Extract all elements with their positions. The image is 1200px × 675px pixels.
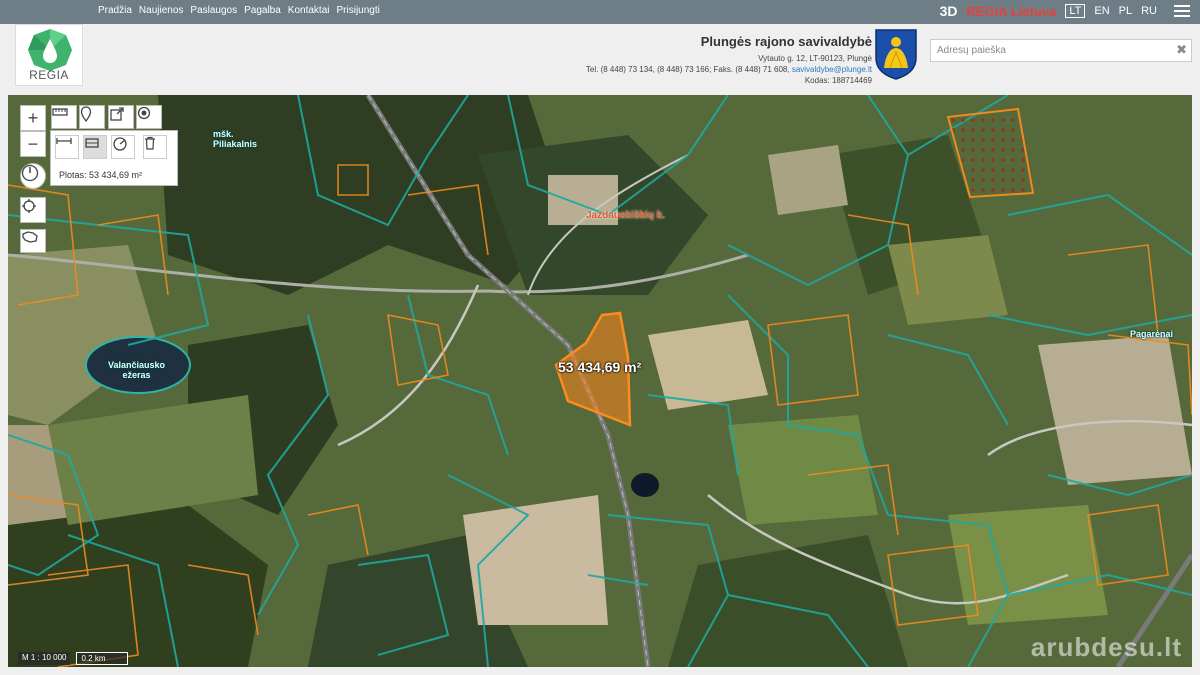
scale-ratio: M 1 : 10 000: [18, 652, 71, 665]
nav-contacts[interactable]: Kontaktai: [288, 5, 330, 16]
village-label: Jazdauskiškių k.: [586, 210, 665, 221]
lang-pl[interactable]: PL: [1119, 5, 1132, 17]
target-icon: [137, 106, 151, 120]
scale-bar: 0.2 km: [76, 652, 129, 665]
lithuania-map-icon: [22, 231, 38, 243]
coat-of-arms-icon: [875, 29, 917, 80]
nav-help[interactable]: Pagalba: [244, 5, 281, 16]
satellite-map[interactable]: [8, 95, 1192, 667]
municipality-code: Kodas: 188714469: [804, 76, 872, 85]
lang-ru[interactable]: RU: [1141, 5, 1157, 17]
municipality-info: Plungės rajono savivaldybė Vytauto g. 12…: [586, 34, 872, 86]
trash-icon: [145, 136, 155, 150]
map-view[interactable]: 53 434,69 m² Valančiausko ežeras Jazdausk…: [8, 95, 1192, 667]
delete-measure-button[interactable]: [143, 135, 167, 159]
export-button[interactable]: [108, 105, 134, 129]
marker-button[interactable]: [79, 105, 105, 129]
area-result-text: Plotas: 53 434,69 m²: [59, 170, 143, 180]
main-nav: Pradžia Naujienos Paslaugos Pagalba Kont…: [98, 5, 380, 16]
area-measurement-label: 53 434,69 m²: [558, 359, 642, 375]
compass-button[interactable]: [20, 163, 46, 189]
municipality-phones: Tel. (8 448) 73 134, (8 448) 73 166; Fak…: [585, 65, 790, 74]
regia-lietuva-link[interactable]: REGIA Lietuva: [967, 4, 1057, 19]
map-pin-icon: [80, 106, 92, 122]
address-search: ✖: [930, 39, 1192, 62]
area-icon: [85, 138, 99, 148]
menu-icon[interactable]: [1174, 5, 1190, 17]
address-search-input[interactable]: [931, 40, 1161, 61]
share-icon: [110, 107, 124, 121]
distance-icon: [56, 138, 72, 144]
zoom-out-button[interactable]: −: [20, 131, 46, 157]
lang-en[interactable]: EN: [1094, 5, 1109, 17]
zoom-in-button[interactable]: +: [20, 105, 46, 131]
municipality-address: Vytauto g. 12, LT-90123, Plungė: [758, 54, 872, 63]
nav-home[interactable]: Pradžia: [98, 5, 132, 16]
watermark: arubdesu.lt: [1030, 632, 1182, 662]
crosshair-icon: [22, 199, 36, 213]
radius-icon: [113, 137, 127, 151]
map-scale: M 1 : 10 000 0.2 km: [18, 652, 129, 665]
east-place-label: Pagarėnai: [1130, 329, 1174, 339]
lake-label: Valančiausko ežeras: [108, 360, 166, 380]
ruler-icon: [52, 108, 68, 116]
top-bar: Pradžia Naujienos Paslaugos Pagalba Kont…: [0, 0, 1200, 24]
measure-radius-button[interactable]: [111, 135, 135, 159]
header: REGIA Plungės rajono savivaldybė Vytauto…: [0, 24, 1200, 94]
measure-panel: Plotas: 53 434,69 m²: [50, 130, 178, 186]
forest-label: mšk. Piliakalnis: [213, 129, 258, 149]
regia-logo[interactable]: REGIA: [15, 24, 83, 86]
clear-icon[interactable]: ✖: [1176, 42, 1187, 58]
target-button[interactable]: [136, 105, 162, 129]
nav-news[interactable]: Naujienos: [139, 5, 183, 16]
logo-text: REGIA: [29, 68, 69, 82]
measure-area-button[interactable]: [83, 135, 107, 159]
lang-lt[interactable]: LT: [1065, 4, 1086, 18]
nav-services[interactable]: Paslaugos: [190, 5, 237, 16]
compass-icon: [21, 164, 39, 182]
measure-distance-button[interactable]: [55, 135, 79, 159]
municipality-name: Plungės rajono savivaldybė: [700, 34, 872, 49]
region-button[interactable]: [20, 229, 46, 253]
ruler-button[interactable]: [51, 105, 77, 129]
nav-login[interactable]: Prisijungti: [337, 5, 380, 16]
mode-3d-button[interactable]: 3D: [940, 3, 958, 19]
locate-button[interactable]: [20, 197, 46, 223]
municipality-email-link[interactable]: savivaldybe@plunge.lt: [792, 65, 872, 74]
